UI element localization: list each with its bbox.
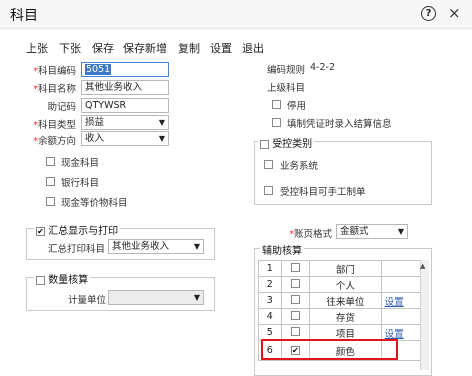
- mnemonic-input[interactable]: QTYWSR: [81, 98, 169, 113]
- settlement-label: 填制凭证时录入结算信息: [287, 119, 392, 130]
- disabled-checkbox[interactable]: [272, 100, 281, 109]
- mnemonic-label: 助记码: [47, 102, 76, 113]
- table-row[interactable]: 3 往来单位 设置: [258, 292, 422, 309]
- quantity-checkbox[interactable]: [36, 275, 45, 285]
- aux-name: 往来单位: [309, 292, 382, 309]
- aux-setting-link: [380, 276, 422, 293]
- manual-label: 受控科目可手工制单: [280, 187, 366, 198]
- copy-button[interactable]: 复制: [178, 40, 200, 56]
- row-number: 1: [258, 260, 282, 277]
- business-checkbox[interactable]: [264, 160, 273, 169]
- summary-checkbox[interactable]: ✔: [36, 226, 45, 236]
- print-subject-select[interactable]: 其他业务收入 ▼: [108, 239, 204, 254]
- table-row[interactable]: 1 部门: [258, 260, 422, 277]
- disabled-label: 停用: [287, 101, 307, 112]
- aux-name: 存货: [309, 308, 382, 325]
- row-number: 4: [258, 308, 282, 325]
- save-button[interactable]: 保存: [92, 40, 114, 56]
- aux-setting-link[interactable]: 设置: [385, 329, 404, 340]
- name-input[interactable]: 其他业务收入: [81, 80, 169, 95]
- chevron-down-icon: ▼: [193, 242, 200, 251]
- prev-button[interactable]: 上张: [26, 40, 48, 56]
- cash-equiv-label: 现金等价物科目: [61, 198, 128, 209]
- manual-checkbox[interactable]: [264, 186, 273, 195]
- bank-checkbox[interactable]: [46, 177, 55, 186]
- bank-label: 银行科目: [61, 178, 100, 189]
- ledger-select[interactable]: 金额式 ▼: [336, 224, 408, 239]
- controlled-group-title: 受控类别: [258, 135, 315, 150]
- cash-checkbox[interactable]: [46, 157, 55, 166]
- name-label: *科目名称: [33, 84, 76, 95]
- print-subject-label: 汇总打印科目: [48, 244, 106, 255]
- aux-checkbox[interactable]: [290, 310, 300, 320]
- unit-select[interactable]: ▼: [108, 290, 204, 305]
- aux-checkbox[interactable]: [290, 294, 300, 304]
- save-new-button[interactable]: 保存新增: [123, 40, 167, 56]
- ledger-label: *账页格式: [289, 229, 332, 240]
- parent-subject-label: 上级科目: [267, 83, 306, 94]
- aux-scrollbar[interactable]: [420, 260, 429, 370]
- code-input[interactable]: 5051: [81, 62, 169, 77]
- type-select[interactable]: 损益 ▼: [81, 115, 169, 130]
- row-number: 2: [258, 276, 282, 293]
- next-button[interactable]: 下张: [59, 40, 81, 56]
- business-label: 业务系统: [280, 161, 319, 172]
- row-number: 3: [258, 292, 282, 309]
- aux-checkbox[interactable]: [290, 278, 300, 288]
- quantity-group-title: 数量核算: [34, 271, 91, 286]
- aux-setting-link: [380, 308, 422, 325]
- settings-button[interactable]: 设置: [210, 40, 232, 56]
- close-icon[interactable]: ×: [448, 4, 461, 22]
- aux-group-title: 辅助核算: [260, 242, 304, 257]
- window-title: 科目: [10, 8, 38, 24]
- exit-button[interactable]: 退出: [242, 40, 264, 56]
- aux-checkbox[interactable]: [290, 262, 300, 272]
- help-icon[interactable]: ?: [421, 6, 436, 21]
- settlement-checkbox[interactable]: [272, 118, 281, 127]
- chevron-down-icon: ▼: [158, 118, 165, 127]
- aux-setting-link: [380, 260, 422, 277]
- type-label: *科目类型: [33, 120, 76, 131]
- controlled-checkbox[interactable]: [260, 139, 269, 149]
- cash-label: 现金科目: [61, 158, 100, 169]
- chevron-down-icon: ▼: [193, 293, 200, 302]
- aux-name: 个人: [309, 276, 382, 293]
- chevron-down-icon: ▼: [397, 227, 404, 236]
- chevron-down-icon: ▼: [158, 134, 165, 143]
- unit-label: 计量单位: [68, 295, 107, 306]
- code-rule-value: 4-2-2: [310, 62, 335, 73]
- code-rule-label: 编码规则: [267, 65, 306, 76]
- table-row[interactable]: 2 个人: [258, 276, 422, 293]
- highlight-box: [261, 339, 398, 360]
- summary-group-title: ✔ 汇总显示与打印: [34, 222, 121, 237]
- title-bar: [0, 0, 472, 29]
- scroll-up-icon[interactable]: ▲: [420, 262, 425, 270]
- direction-label: *余额方向: [33, 136, 76, 147]
- code-label: *科目编码: [33, 66, 76, 77]
- aux-setting-link[interactable]: 设置: [385, 297, 404, 308]
- direction-select[interactable]: 收入 ▼: [81, 131, 169, 146]
- table-row[interactable]: 4 存货: [258, 308, 422, 325]
- aux-name: 部门: [309, 260, 382, 277]
- cash-equiv-checkbox[interactable]: [46, 197, 55, 206]
- aux-checkbox[interactable]: [290, 326, 300, 336]
